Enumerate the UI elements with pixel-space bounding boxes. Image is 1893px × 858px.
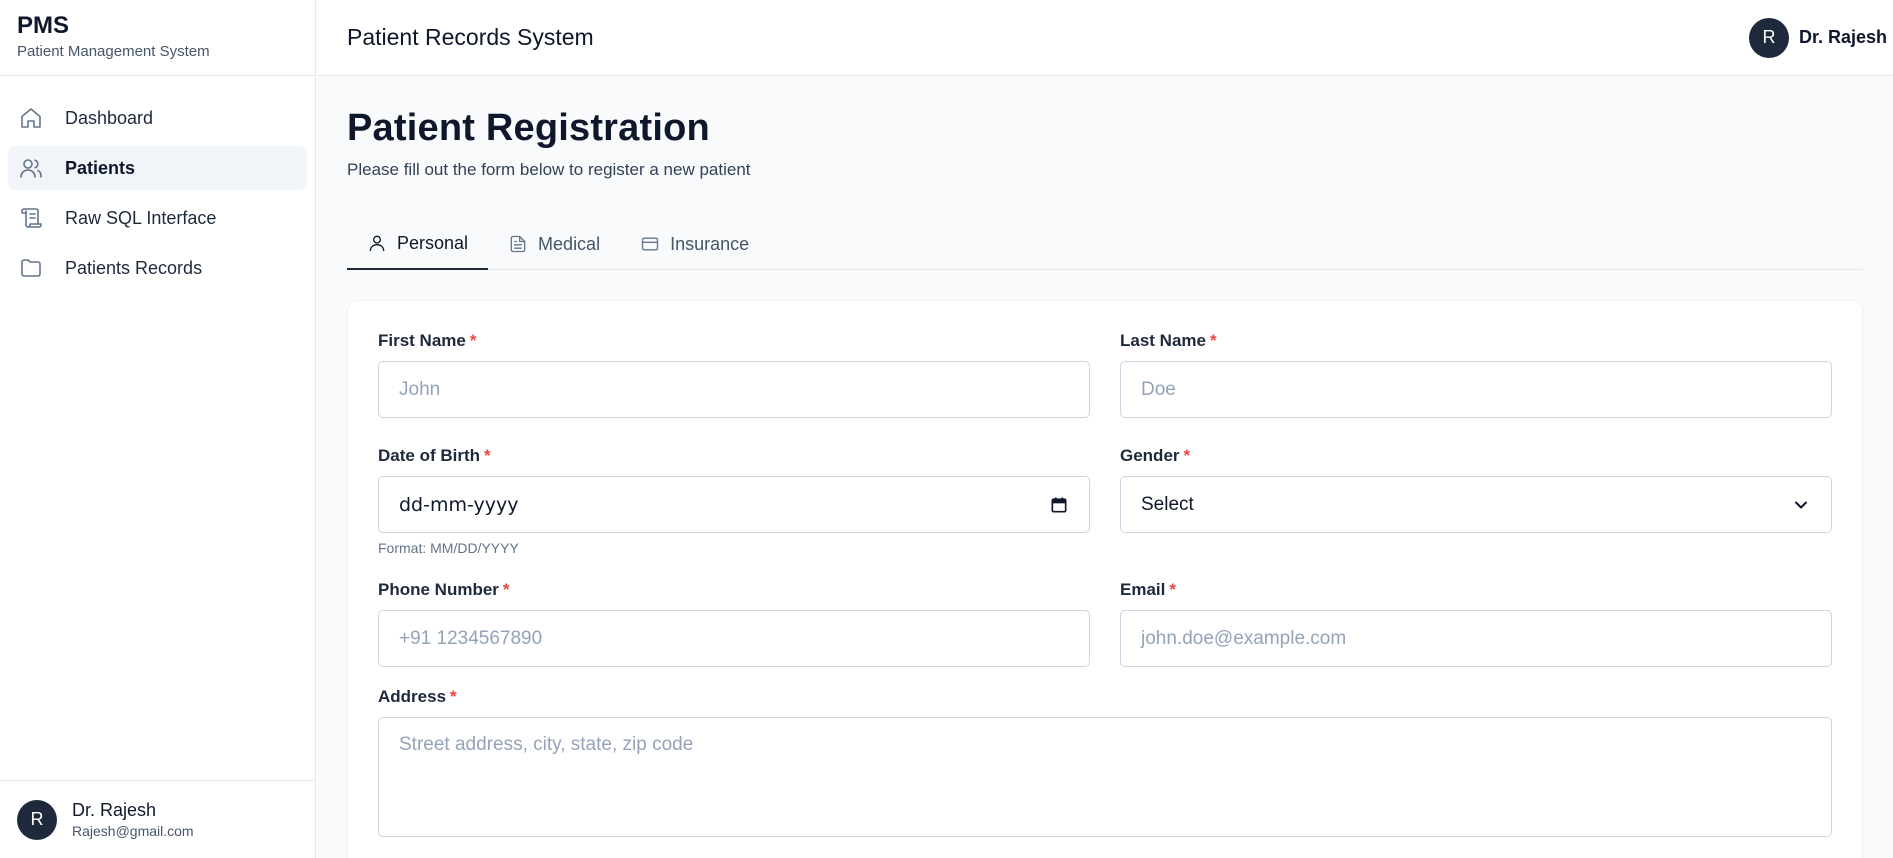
page-title: Patient Registration xyxy=(347,107,710,149)
tab-label: Medical xyxy=(538,233,601,254)
address-label: Address * xyxy=(378,687,1832,707)
sidebar-item-raw-sql[interactable]: Raw SQL Interface xyxy=(8,196,307,240)
gender-label: Gender * xyxy=(1120,446,1832,466)
first-name-input[interactable]: John xyxy=(378,361,1090,418)
topbar-user-menu[interactable]: R Dr. Rajesh xyxy=(1748,17,1887,58)
sidebar: PMS Patient Management System Dashboard … xyxy=(0,0,316,858)
page-subtitle: Please fill out the form below to regist… xyxy=(347,160,751,179)
input-placeholder: +91 1234567890 xyxy=(399,627,543,649)
dob-value: dd-mm-yyyy xyxy=(399,493,519,516)
chevron-down-icon xyxy=(1795,501,1807,508)
brand-subtitle: Patient Management System xyxy=(17,43,210,60)
scroll-icon xyxy=(18,205,44,231)
personal-form-card: First Name * John Last Name * Doe Date of … xyxy=(347,300,1863,858)
tab-label: Personal xyxy=(397,232,469,253)
phone-field: Phone Number * +91 1234567890 xyxy=(378,580,1090,667)
user-name: Dr. Rajesh xyxy=(72,800,157,820)
first-name-field: First Name * John xyxy=(378,331,1090,418)
dob-input[interactable]: dd-mm-yyyy xyxy=(378,476,1090,533)
topbar: Patient Records System R Dr. Rajesh xyxy=(317,0,1893,76)
gender-selected-value: Select xyxy=(1141,493,1194,515)
calendar-icon[interactable] xyxy=(1049,495,1069,515)
sidebar-user[interactable]: R Dr. Rajesh Rajesh@gmail.com xyxy=(0,780,315,858)
gender-field: Gender * Select xyxy=(1120,446,1832,556)
dob-label: Date of Birth * xyxy=(378,446,1090,466)
label-text: Gender xyxy=(1120,446,1180,465)
form-row: First Name * John Last Name * Doe xyxy=(378,331,1832,418)
last-name-field: Last Name * Doe xyxy=(1120,331,1832,418)
sidebar-item-label: Raw SQL Interface xyxy=(65,207,217,228)
required-mark: * xyxy=(1183,446,1191,465)
form-tabs: Personal Medical Insurance xyxy=(347,218,1863,270)
topbar-user-name: Dr. Rajesh xyxy=(1798,27,1887,47)
input-placeholder: john.doe@example.com xyxy=(1141,627,1347,649)
home-icon xyxy=(18,105,44,131)
phone-input[interactable]: +91 1234567890 xyxy=(378,610,1090,667)
document-icon xyxy=(510,235,526,253)
last-name-input[interactable]: Doe xyxy=(1120,361,1832,418)
app-title: Patient Records System xyxy=(347,24,594,50)
required-mark: * xyxy=(469,331,477,350)
sidebar-item-label: Patients xyxy=(65,157,136,178)
brand: PMS Patient Management System xyxy=(0,0,315,76)
gender-select[interactable]: Select xyxy=(1120,476,1832,533)
avatar: R xyxy=(1748,17,1789,58)
address-textarea[interactable]: Street address, city, state, zip code xyxy=(378,717,1832,837)
tab-medical[interactable]: Medical xyxy=(488,218,620,270)
required-mark: * xyxy=(450,687,457,706)
email-input[interactable]: john.doe@example.com xyxy=(1120,610,1832,667)
sidebar-item-dashboard[interactable]: Dashboard xyxy=(8,96,307,140)
label-text: Email xyxy=(1120,580,1166,599)
brand-title: PMS xyxy=(17,12,70,39)
phone-label: Phone Number * xyxy=(378,580,1090,600)
form-row: Phone Number * +91 1234567890 Email * john… xyxy=(378,580,1832,667)
input-placeholder: Doe xyxy=(1141,378,1176,400)
required-mark: * xyxy=(502,580,510,599)
user-icon xyxy=(369,235,385,252)
input-placeholder: Street address, city, state, zip code xyxy=(399,734,694,755)
user-email: Rajesh@gmail.com xyxy=(72,823,194,839)
tab-label: Insurance xyxy=(670,233,750,254)
sidebar-nav: Dashboard Patients Raw SQL Interface Pat… xyxy=(0,76,315,316)
main-content: Patient Registration Please fill out the… xyxy=(317,77,1893,858)
label-text: First Name xyxy=(378,331,466,350)
users-icon xyxy=(18,155,44,181)
label-text: Phone Number xyxy=(378,580,499,599)
dob-field: Date of Birth * dd-mm-yyyy Format: MM/DD/… xyxy=(378,446,1090,556)
required-mark: * xyxy=(484,446,491,465)
address-field: Address * Street address, city, state, zi… xyxy=(378,687,1832,837)
sidebar-item-label: Dashboard xyxy=(65,107,154,128)
sidebar-item-patients[interactable]: Patients xyxy=(8,146,307,190)
form-row: Date of Birth * dd-mm-yyyy Format: MM/DD/… xyxy=(378,446,1832,556)
required-mark: * xyxy=(1209,331,1217,350)
last-name-label: Last Name * xyxy=(1120,331,1832,351)
email-field: Email * john.doe@example.com xyxy=(1120,580,1832,667)
first-name-label: First Name * xyxy=(378,331,1090,351)
folder-icon xyxy=(18,255,44,281)
dob-format-hint: Format: MM/DD/YYYY xyxy=(378,540,519,556)
tab-insurance[interactable]: Insurance xyxy=(620,218,769,270)
required-mark: * xyxy=(1169,580,1176,599)
email-label: Email * xyxy=(1120,580,1832,600)
tab-personal[interactable]: Personal xyxy=(347,218,489,270)
sidebar-item-patients-records[interactable]: Patients Records xyxy=(8,246,307,290)
user-info: Dr. Rajesh Rajesh@gmail.com xyxy=(72,800,194,839)
label-text: Last Name xyxy=(1120,331,1206,350)
card-icon xyxy=(641,237,659,251)
label-text: Address xyxy=(378,687,447,706)
label-text: Date of Birth xyxy=(378,446,480,465)
sidebar-item-label: Patients Records xyxy=(65,257,203,278)
avatar: R xyxy=(17,799,57,840)
input-placeholder: John xyxy=(399,378,441,400)
